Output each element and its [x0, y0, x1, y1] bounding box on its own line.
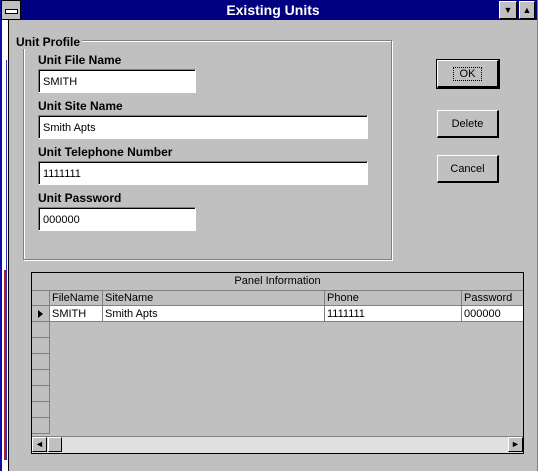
- row-selector[interactable]: [32, 338, 50, 354]
- ok-button-label: OK: [452, 67, 483, 81]
- row-selector[interactable]: [32, 418, 50, 434]
- title-bar[interactable]: Existing Units ▼ ▲: [1, 0, 537, 20]
- row-selector-header: [32, 290, 50, 306]
- desktop-edge-line: [6, 60, 7, 460]
- horizontal-scrollbar[interactable]: ◄ ►: [32, 436, 523, 453]
- table-cell[interactable]: SMITH: [50, 306, 103, 322]
- table-cell[interactable]: 1111111: [325, 306, 462, 322]
- column-header-sitename[interactable]: SiteName: [103, 290, 325, 306]
- unit-telephone-field[interactable]: 1111111: [38, 161, 368, 185]
- arrow-right-icon: ►: [511, 439, 520, 449]
- grid-caption: Panel Information: [32, 273, 523, 291]
- unit-site-name-field[interactable]: Smith Apts: [38, 115, 368, 139]
- window-title: Existing Units: [226, 2, 320, 18]
- row-selector[interactable]: [32, 354, 50, 370]
- scroll-left-button[interactable]: ◄: [32, 437, 47, 452]
- table-cell[interactable]: Smith Apts: [103, 306, 325, 322]
- desktop-edge: [0, 0, 2, 471]
- unit-file-name-field[interactable]: SMITH: [38, 69, 196, 93]
- row-selector[interactable]: [32, 386, 50, 402]
- unit-site-name-label: Unit Site Name: [38, 99, 123, 113]
- current-row-arrow-icon: [38, 310, 43, 318]
- unit-profile-label: Unit Profile: [14, 35, 83, 49]
- column-header-phone[interactable]: Phone: [325, 290, 462, 306]
- ok-button[interactable]: OK: [436, 59, 500, 89]
- column-header-password[interactable]: Password: [462, 290, 523, 306]
- row-selector[interactable]: [32, 402, 50, 418]
- dropdown-button[interactable]: ▼: [499, 1, 517, 19]
- arrow-up-icon: ▲: [522, 5, 532, 15]
- existing-units-dialog: Existing Units ▼ ▲ Unit Profile Unit Fil…: [1, 0, 538, 471]
- delete-button[interactable]: Delete: [437, 110, 499, 138]
- column-header-filename[interactable]: FileName: [50, 290, 103, 306]
- arrow-left-icon: ◄: [35, 439, 44, 449]
- unit-telephone-label: Unit Telephone Number: [38, 145, 173, 159]
- scroll-right-button[interactable]: ►: [508, 437, 523, 452]
- row-selector-current[interactable]: [32, 306, 50, 322]
- unit-password-label: Unit Password: [38, 191, 122, 205]
- unit-profile-group: Unit Profile Unit File Name SMITH Unit S…: [14, 35, 392, 260]
- desktop-edge-accent: [4, 270, 6, 460]
- scroll-thumb[interactable]: [48, 437, 62, 452]
- chevron-down-icon: ▼: [503, 5, 513, 15]
- table-cell[interactable]: 000000: [462, 306, 523, 322]
- row-selector[interactable]: [32, 370, 50, 386]
- row-selector[interactable]: [32, 322, 50, 338]
- panel-information-grid[interactable]: Panel Information FileName SiteName Phon…: [31, 272, 524, 454]
- scroll-up-button[interactable]: ▲: [519, 1, 535, 19]
- unit-file-name-label: Unit File Name: [38, 53, 122, 67]
- cancel-button[interactable]: Cancel: [437, 155, 499, 183]
- unit-password-field[interactable]: 000000: [38, 207, 196, 231]
